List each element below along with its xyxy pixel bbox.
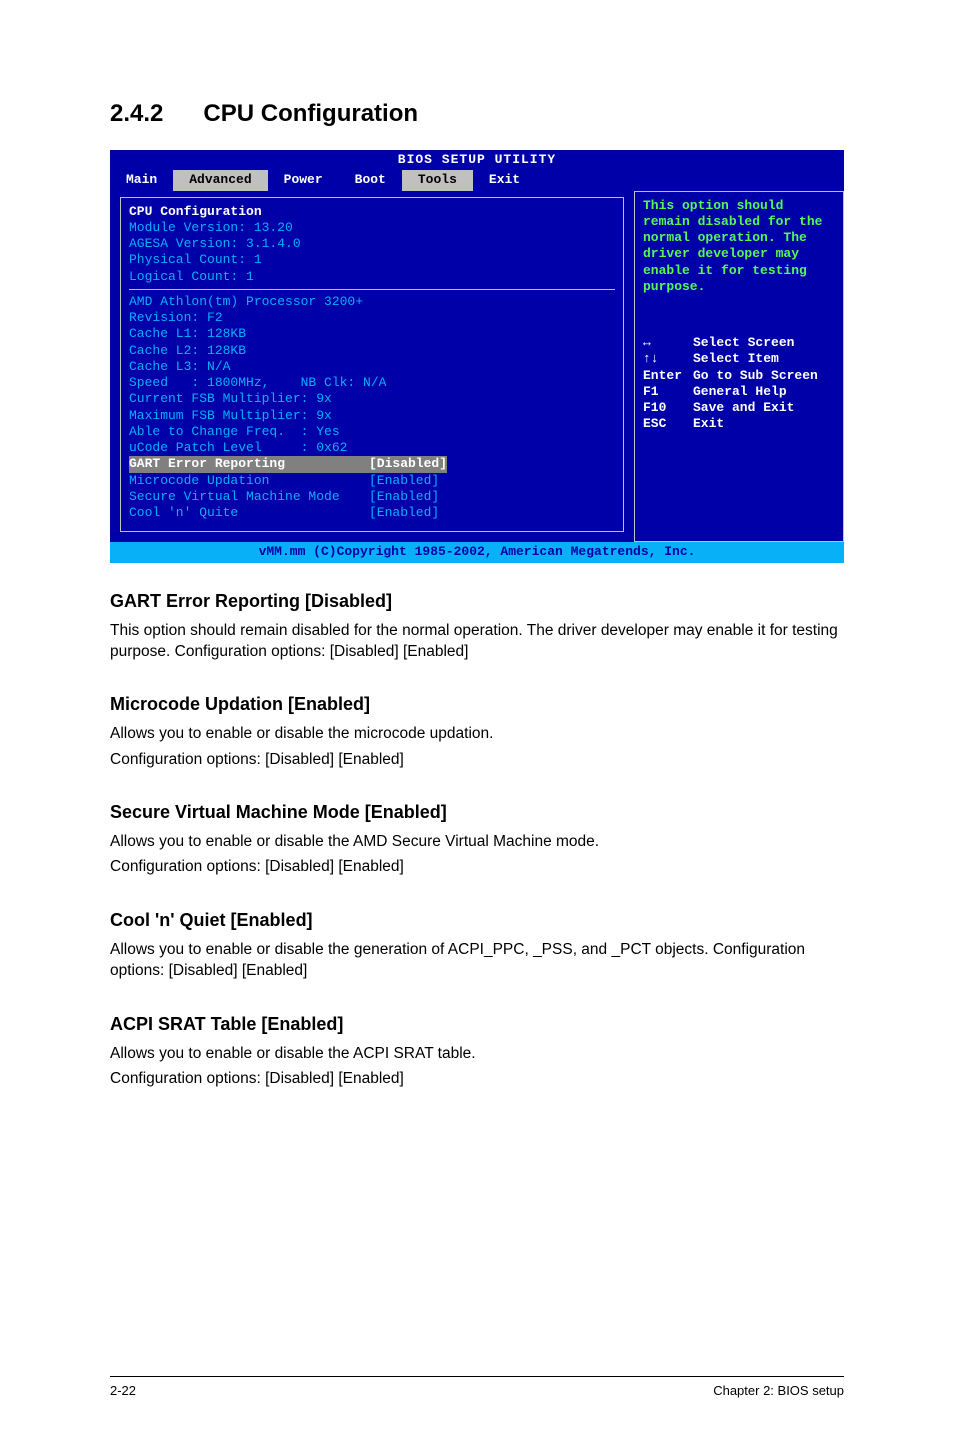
bios-screenshot: BIOS SETUP UTILITY Main Advanced Power B… <box>110 150 844 563</box>
bios-key-row: ↑↓Select Item <box>643 351 835 367</box>
bios-menu-exit[interactable]: Exit <box>473 170 536 190</box>
bios-menu-main[interactable]: Main <box>110 170 173 190</box>
bios-cpu-line: Maximum FSB Multiplier: 9x <box>129 408 615 424</box>
section-heading: 2.4.2 CPU Configuration <box>110 100 844 128</box>
para-srat-2: Configuration options: [Disabled] [Enabl… <box>110 1068 844 1089</box>
bios-cpu-line: uCode Patch Level : 0x62 <box>129 440 615 456</box>
bios-help-text: This option should remain disabled for t… <box>643 198 835 296</box>
bios-key-row: F10Save and Exit <box>643 400 835 416</box>
heading-microcode: Microcode Updation [Enabled] <box>110 694 844 715</box>
bios-menu-boot[interactable]: Boot <box>339 170 402 190</box>
para-gart: This option should remain disabled for t… <box>110 620 844 663</box>
bios-right-pane: This option should remain disabled for t… <box>634 191 844 543</box>
bios-key-row: F1General Help <box>643 384 835 400</box>
heading-gart: GART Error Reporting [Disabled] <box>110 591 844 612</box>
para-cool: Allows you to enable or disable the gene… <box>110 939 844 982</box>
bios-info-line: AGESA Version: 3.1.4.0 <box>129 236 615 252</box>
bios-option-gart[interactable]: GART Error Reporting[Disabled] <box>129 456 615 472</box>
bios-footer: vMM.mm (C)Copyright 1985-2002, American … <box>110 542 844 562</box>
para-microcode-2: Configuration options: [Disabled] [Enabl… <box>110 749 844 770</box>
bios-cpu-line: AMD Athlon(tm) Processor 3200+ <box>129 294 615 310</box>
heading-srat: ACPI SRAT Table [Enabled] <box>110 1014 844 1035</box>
para-microcode-1: Allows you to enable or disable the micr… <box>110 723 844 744</box>
bios-menu-advanced[interactable]: Advanced <box>173 170 267 190</box>
bios-menu-tools[interactable]: Tools <box>402 170 473 190</box>
bios-cpu-line: Cache L3: N/A <box>129 359 615 375</box>
bios-cpu-line: Cache L2: 128KB <box>129 343 615 359</box>
bios-info-line: Physical Count: 1 <box>129 252 615 268</box>
bios-left-pane: CPU Configuration Module Version: 13.20 … <box>110 191 634 543</box>
para-svm-2: Configuration options: [Disabled] [Enabl… <box>110 856 844 877</box>
bios-key-row: ↔Select Screen <box>643 335 835 351</box>
bios-cpu-line: Cache L1: 128KB <box>129 326 615 342</box>
footer-chapter: Chapter 2: BIOS setup <box>713 1383 844 1398</box>
bios-cpu-line: Able to Change Freq. : Yes <box>129 424 615 440</box>
heading-cool: Cool 'n' Quiet [Enabled] <box>110 910 844 931</box>
bios-option-svm[interactable]: Secure Virtual Machine Mode[Enabled] <box>129 489 615 505</box>
section-number: 2.4.2 <box>110 100 163 128</box>
bios-info-line: Logical Count: 1 <box>129 269 615 285</box>
bios-cpu-line: Speed : 1800MHz, NB Clk: N/A <box>129 375 615 391</box>
bios-cpu-line: Revision: F2 <box>129 310 615 326</box>
para-svm-1: Allows you to enable or disable the AMD … <box>110 831 844 852</box>
bios-left-header: CPU Configuration <box>129 204 615 220</box>
bios-key-row: EnterGo to Sub Screen <box>643 368 835 384</box>
bios-option-cool[interactable]: Cool 'n' Quite[Enabled] <box>129 505 615 521</box>
bios-info-line: Module Version: 13.20 <box>129 220 615 236</box>
bios-cpu-line: Current FSB Multiplier: 9x <box>129 391 615 407</box>
bios-menu-power[interactable]: Power <box>268 170 339 190</box>
bios-option-microcode[interactable]: Microcode Updation[Enabled] <box>129 473 615 489</box>
page-footer: 2-22 Chapter 2: BIOS setup <box>110 1376 844 1398</box>
heading-svm: Secure Virtual Machine Mode [Enabled] <box>110 802 844 823</box>
section-title-text: CPU Configuration <box>203 100 418 127</box>
para-srat-1: Allows you to enable or disable the ACPI… <box>110 1043 844 1064</box>
footer-page-number: 2-22 <box>110 1383 136 1398</box>
bios-title: BIOS SETUP UTILITY <box>110 150 844 170</box>
bios-key-row: ESCExit <box>643 416 835 432</box>
bios-menu-bar: Main Advanced Power Boot Tools Exit <box>110 170 844 190</box>
